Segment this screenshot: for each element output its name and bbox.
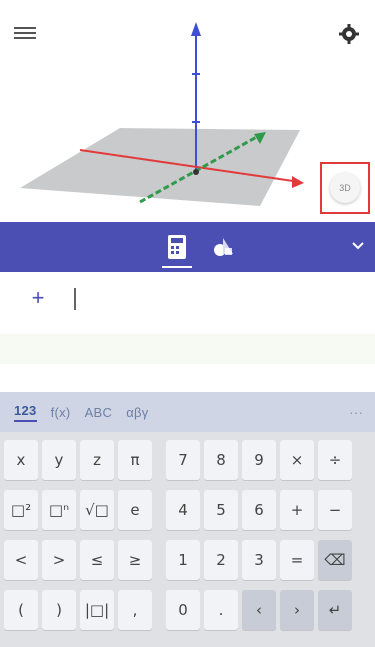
key[interactable]: |□| <box>80 590 114 630</box>
calculator-icon <box>168 235 186 259</box>
text-caret <box>74 288 76 310</box>
key[interactable]: . <box>204 590 238 630</box>
hamburger-icon <box>14 37 36 39</box>
key[interactable]: × <box>280 440 314 480</box>
gear-icon <box>339 24 359 44</box>
key[interactable]: x <box>4 440 38 480</box>
key[interactable]: ( <box>4 590 38 630</box>
graphics-canvas[interactable] <box>0 0 375 222</box>
enter-key[interactable]: ↵ <box>318 590 352 630</box>
active-tab-indicator <box>162 266 192 268</box>
key[interactable]: ) <box>42 590 76 630</box>
key[interactable]: > <box>42 540 76 580</box>
math-keyboard: 123 f(x) ABC αβγ ··· x y z π 7 8 9 × ÷ □… <box>0 392 375 647</box>
key[interactable]: e <box>118 490 152 530</box>
chevron-down-icon <box>352 242 364 250</box>
algebra-view: + <box>0 272 375 392</box>
key[interactable]: 5 <box>204 490 238 530</box>
key[interactable]: 8 <box>204 440 238 480</box>
key-row: ( ) |□| , 0 . ‹ › ↵ <box>4 590 371 634</box>
hamburger-icon <box>14 32 36 34</box>
key[interactable]: , <box>118 590 152 630</box>
keyboard-tabs: 123 f(x) ABC αβγ ··· <box>0 392 375 432</box>
key[interactable]: 1 <box>166 540 200 580</box>
tab-algebra[interactable] <box>162 234 192 268</box>
key[interactable]: ≤ <box>80 540 114 580</box>
main-menu-button[interactable] <box>14 24 36 42</box>
key[interactable]: □ⁿ <box>42 490 76 530</box>
key[interactable]: π <box>118 440 152 480</box>
collapse-toolbar-button[interactable] <box>349 236 367 254</box>
view-button-label: 3D <box>339 183 351 193</box>
key[interactable]: 4 <box>166 490 200 530</box>
view-in-3d-button[interactable]: 3D <box>320 162 370 214</box>
z-axis-arrow <box>191 22 201 36</box>
key-row: □² □ⁿ √□ e 4 5 6 + − <box>4 490 371 534</box>
cursor-right-key[interactable]: › <box>280 590 314 630</box>
key[interactable]: 9 <box>242 440 276 480</box>
tab-functions[interactable]: f(x) <box>51 405 71 420</box>
key[interactable]: 2 <box>204 540 238 580</box>
settings-button[interactable] <box>337 22 361 46</box>
key[interactable]: 0 <box>166 590 200 630</box>
key[interactable]: ≥ <box>118 540 152 580</box>
graphics-3d-view[interactable]: 3D <box>0 0 375 222</box>
view-toolbar <box>0 222 375 272</box>
key[interactable]: 7 <box>166 440 200 480</box>
keyboard-keys: x y z π 7 8 9 × ÷ □² □ⁿ √□ e 4 5 6 + − <… <box>4 440 371 640</box>
algebra-input-row[interactable]: + <box>0 282 375 314</box>
key-row: < > ≤ ≥ 1 2 3 = ⌫ <box>4 540 371 584</box>
key[interactable]: < <box>4 540 38 580</box>
key[interactable]: y <box>42 440 76 480</box>
key[interactable]: − <box>318 490 352 530</box>
algebra-empty-row <box>0 334 375 364</box>
x-axis-arrow <box>292 176 304 188</box>
add-item-button[interactable]: + <box>24 284 52 312</box>
key[interactable]: √□ <box>80 490 114 530</box>
key[interactable]: + <box>280 490 314 530</box>
key[interactable]: = <box>280 540 314 580</box>
tab-letters[interactable]: ABC <box>85 405 113 420</box>
origin-point <box>193 169 199 175</box>
tab-tools[interactable] <box>212 236 234 258</box>
key[interactable]: ÷ <box>318 440 352 480</box>
more-options-button[interactable]: ··· <box>349 404 363 420</box>
cursor-left-key[interactable]: ‹ <box>242 590 276 630</box>
tools-icon <box>214 238 233 256</box>
tab-greek[interactable]: αβγ <box>126 405 148 420</box>
tab-numbers[interactable]: 123 <box>14 403 37 422</box>
key[interactable]: z <box>80 440 114 480</box>
key-row: x y z π 7 8 9 × ÷ <box>4 440 371 484</box>
hamburger-icon <box>14 27 36 29</box>
rotate-view-icon: 3D <box>330 173 360 203</box>
key[interactable]: 3 <box>242 540 276 580</box>
key[interactable]: □² <box>4 490 38 530</box>
geogebra-app: 3D + 123 f(x) ABC αβγ ··· x y z π 7 8 9 … <box>0 0 375 647</box>
backspace-key[interactable]: ⌫ <box>318 540 352 580</box>
key[interactable]: 6 <box>242 490 276 530</box>
